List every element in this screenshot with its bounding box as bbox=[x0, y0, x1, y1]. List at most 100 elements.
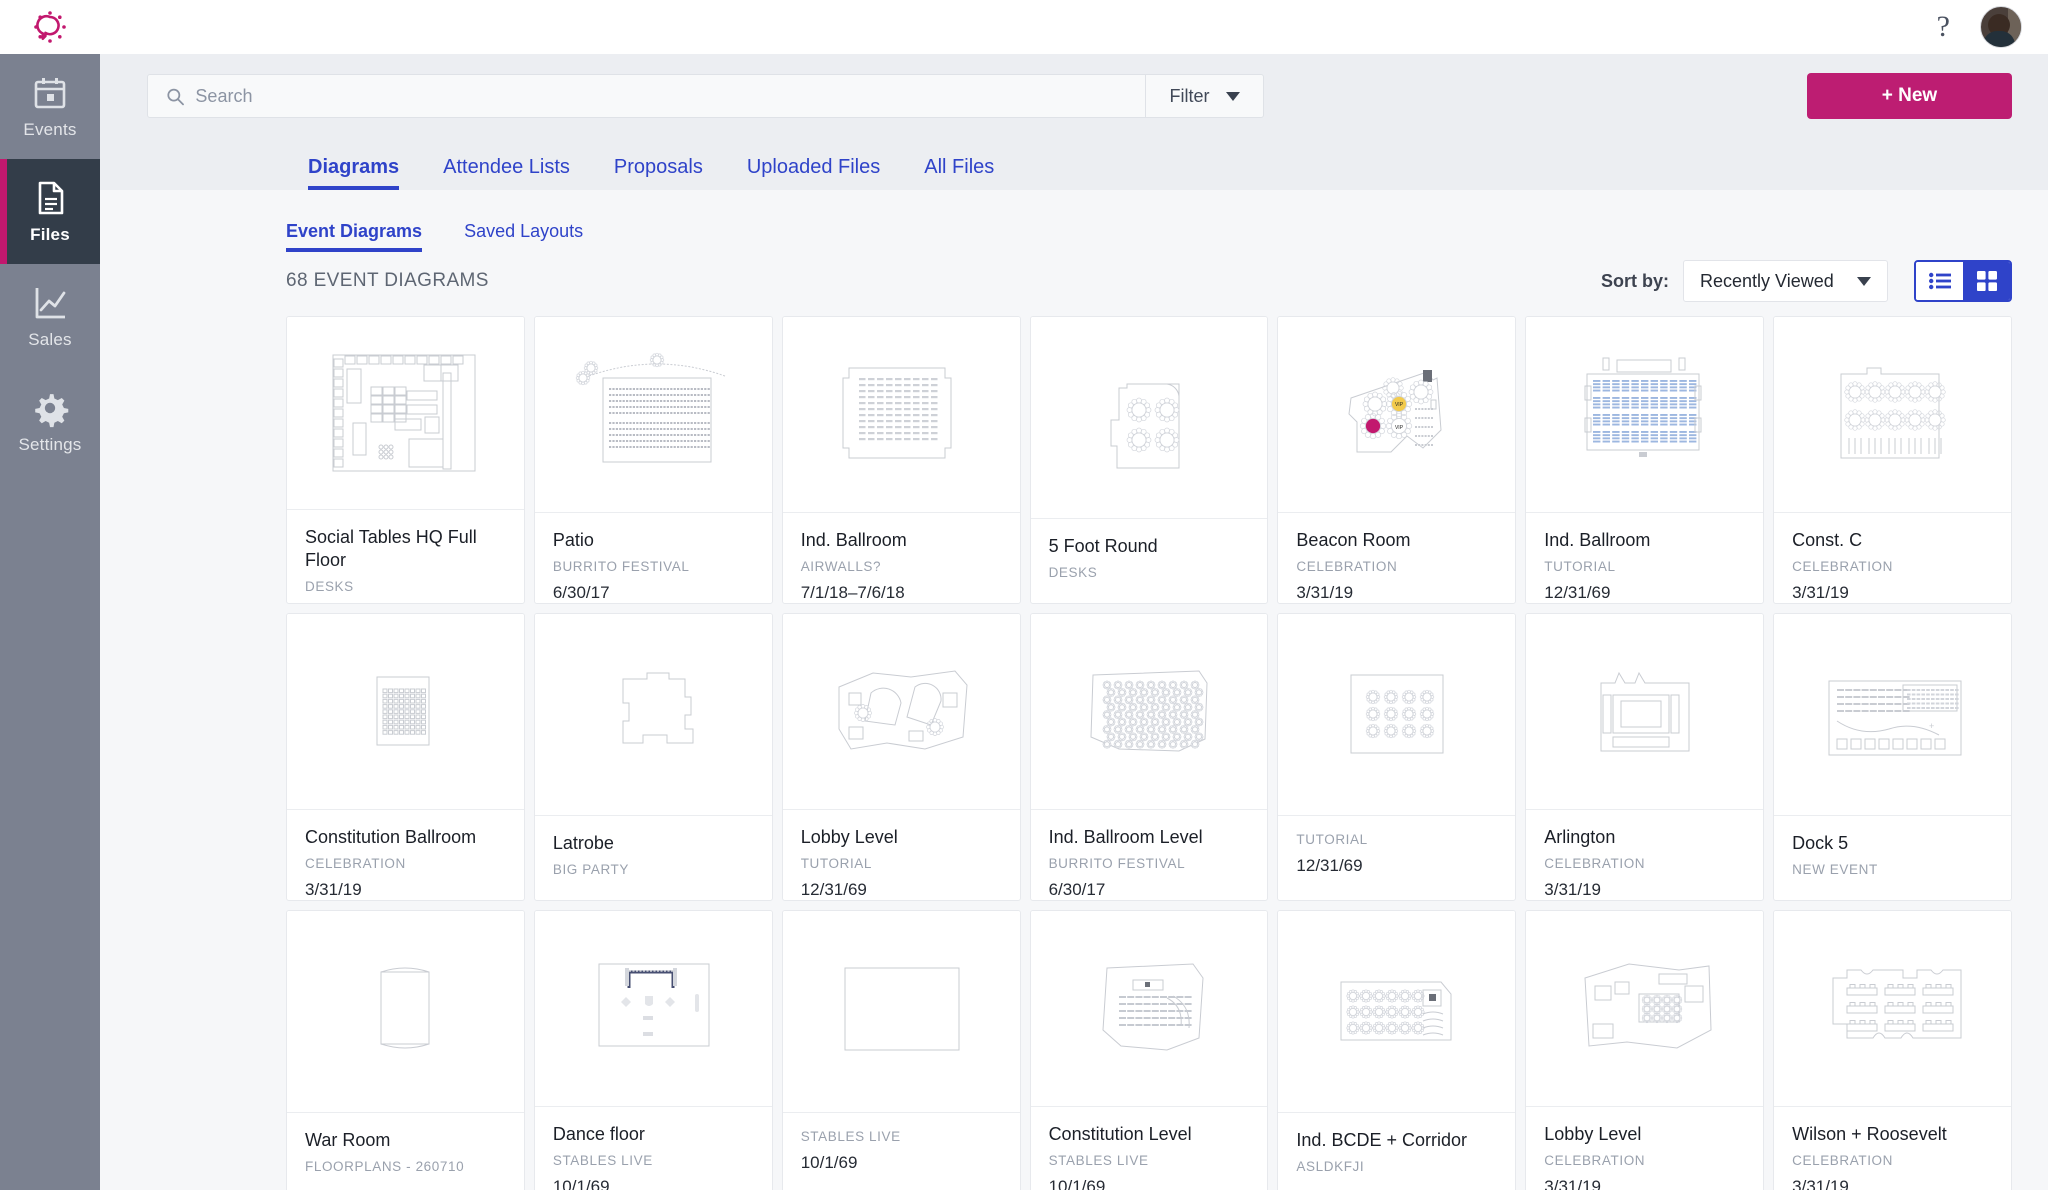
new-button[interactable]: + New bbox=[1807, 73, 2012, 119]
diagram-card-meta: Ind. Ballroom LevelBURRITO FESTIVAL6/30/… bbox=[1031, 810, 1268, 900]
sidebar-item-events[interactable]: Events bbox=[0, 54, 100, 159]
diagram-card[interactable]: VIPVIP Beacon RoomCELEBRATION3/31/19 bbox=[1277, 316, 1516, 604]
diagram-card[interactable]: Dance floorSTABLES LIVE10/1/69 bbox=[534, 910, 773, 1190]
diagram-thumbnail bbox=[783, 317, 1020, 513]
diagram-card[interactable]: Constitution BallroomCELEBRATION3/31/19 bbox=[286, 613, 525, 901]
diagram-card-event: TUTORIAL bbox=[1296, 832, 1497, 847]
tab-all-files[interactable]: All Files bbox=[902, 156, 1016, 190]
diagram-card[interactable]: Wilson + RooseveltCELEBRATION3/31/19 bbox=[1773, 910, 2012, 1190]
search-input-box[interactable] bbox=[148, 75, 1145, 117]
diagram-card-event: AIRWALLS? bbox=[801, 559, 1002, 574]
diagram-card-meta: Beacon RoomCELEBRATION3/31/19 bbox=[1278, 513, 1515, 603]
diagram-card-date: 10/1/69 bbox=[553, 1177, 754, 1190]
filter-label: Filter bbox=[1170, 86, 1210, 107]
diagram-thumbnail bbox=[1031, 911, 1268, 1107]
diagram-card-date: 3/31/19 bbox=[1296, 583, 1497, 603]
diagram-card-title: Constitution Level bbox=[1049, 1123, 1250, 1146]
sort-select[interactable]: Recently Viewed bbox=[1683, 260, 1888, 302]
diagram-card[interactable]: TUTORIAL12/31/69 bbox=[1277, 613, 1516, 901]
const-c-rounds-icon bbox=[1807, 344, 1979, 484]
diagram-card-event: TUTORIAL bbox=[801, 856, 1002, 871]
diagram-card-title: Constitution Ballroom bbox=[305, 826, 506, 849]
diagram-card-date: 3/31/19 bbox=[1544, 1177, 1745, 1190]
diagram-card[interactable]: Lobby LevelCELEBRATION3/31/19 bbox=[1525, 910, 1764, 1190]
sidebar-item-label: Settings bbox=[18, 435, 81, 455]
diagram-thumbnail bbox=[783, 911, 1020, 1113]
tab-saved-layouts[interactable]: Saved Layouts bbox=[464, 221, 595, 252]
tab-proposals[interactable]: Proposals bbox=[592, 156, 725, 190]
avatar[interactable] bbox=[1980, 6, 2022, 48]
grid-view-icon bbox=[1977, 271, 1997, 291]
diagram-card[interactable]: Social Tables HQ Full FloorDESKS bbox=[286, 316, 525, 604]
beacon-angled-icon: VIPVIP bbox=[1311, 344, 1483, 484]
diagram-card[interactable]: +Dock 5NEW EVENT bbox=[1773, 613, 2012, 901]
diagram-card-date: 6/30/17 bbox=[553, 583, 754, 603]
list-view-button[interactable] bbox=[1916, 262, 1963, 300]
diagram-card[interactable]: Const. CCELEBRATION3/31/19 bbox=[1773, 316, 2012, 604]
diagram-card-meta: Ind. BallroomTUTORIAL12/31/69 bbox=[1526, 513, 1763, 603]
diagram-card-date: 10/1/69 bbox=[801, 1153, 1002, 1173]
diagram-grid: Social Tables HQ Full FloorDESKSPatioBUR… bbox=[286, 316, 2012, 1190]
diagram-card-meta: Lobby LevelTUTORIAL12/31/69 bbox=[783, 810, 1020, 900]
twelve-rounds-icon bbox=[1311, 645, 1483, 785]
tab-uploaded-files[interactable]: Uploaded Files bbox=[725, 156, 902, 190]
diagram-card-date: 3/31/19 bbox=[1544, 880, 1745, 900]
sidebar-item-settings[interactable]: Settings bbox=[0, 369, 100, 474]
war-room-icon bbox=[319, 942, 491, 1082]
diagram-card-title: Social Tables HQ Full Floor bbox=[305, 526, 506, 572]
diagram-card-event: CELEBRATION bbox=[1544, 856, 1745, 871]
content-area: Diagrams Attendee Lists Proposals Upload… bbox=[100, 138, 2048, 1190]
app-logo[interactable] bbox=[0, 0, 100, 54]
diagram-thumbnail bbox=[783, 614, 1020, 810]
help-icon[interactable]: ? bbox=[1937, 12, 1950, 42]
search-input[interactable] bbox=[195, 86, 1145, 107]
diagram-card-event: CELEBRATION bbox=[1792, 1153, 1993, 1168]
list-toolbar: 68 EVENT DIAGRAMS Sort by: Recently View… bbox=[100, 252, 2048, 310]
diagram-card-event: BURRITO FESTIVAL bbox=[1049, 856, 1250, 871]
diagram-card[interactable]: War RoomFLOORPLANS - 260710 bbox=[286, 910, 525, 1190]
floorplan-office-icon bbox=[319, 343, 491, 483]
diagram-grid-scroll[interactable]: Social Tables HQ Full FloorDESKSPatioBUR… bbox=[100, 310, 2048, 1190]
diagram-card[interactable]: LatrobeBIG PARTY bbox=[534, 613, 773, 901]
diagram-card-date: 3/31/19 bbox=[305, 880, 506, 900]
diagram-card[interactable]: ArlingtonCELEBRATION3/31/19 bbox=[1525, 613, 1764, 901]
diagram-card[interactable]: 5 Foot RoundDESKS bbox=[1030, 316, 1269, 604]
diagram-card-event: STABLES LIVE bbox=[801, 1129, 1002, 1144]
diagram-card[interactable]: Ind. BallroomTUTORIAL12/31/69 bbox=[1525, 316, 1764, 604]
diagram-thumbnail: + bbox=[1774, 614, 2011, 816]
filter-button[interactable]: Filter bbox=[1145, 75, 1263, 117]
diagram-card-title: Ind. Ballroom Level bbox=[1049, 826, 1250, 849]
diagram-thumbnail bbox=[1774, 911, 2011, 1107]
dock-5-icon: + bbox=[1807, 645, 1979, 785]
tab-attendee-lists[interactable]: Attendee Lists bbox=[421, 156, 592, 190]
diagram-card[interactable]: STABLES LIVE 10/1/69 bbox=[782, 910, 1021, 1190]
chevron-down-icon bbox=[1226, 92, 1240, 101]
tab-event-diagrams[interactable]: Event Diagrams bbox=[286, 221, 434, 252]
diagram-thumbnail: VIPVIP bbox=[1278, 317, 1515, 513]
diagram-card[interactable]: Ind. BCDE + CorridorASLDKFJI bbox=[1277, 910, 1516, 1190]
search-toolbar: Filter + New bbox=[100, 54, 2048, 138]
diagram-card-event: CELEBRATION bbox=[1792, 559, 1993, 574]
diagram-card-title: War Room bbox=[305, 1129, 506, 1152]
diagram-card[interactable]: Ind. BallroomAIRWALLS?7/1/18–7/6/18 bbox=[782, 316, 1021, 604]
diagram-card-meta: Social Tables HQ Full FloorDESKS bbox=[287, 510, 524, 603]
diagram-card[interactable]: Constitution LevelSTABLES LIVE10/1/69 bbox=[1030, 910, 1269, 1190]
diagram-card-date: 12/31/69 bbox=[801, 880, 1002, 900]
diagram-card-meta: Ind. BCDE + CorridorASLDKFJI bbox=[1278, 1113, 1515, 1183]
diagram-card-meta: Ind. BallroomAIRWALLS?7/1/18–7/6/18 bbox=[783, 513, 1020, 603]
sidebar-item-files[interactable]: Files bbox=[0, 159, 100, 264]
diagram-card[interactable]: Ind. Ballroom LevelBURRITO FESTIVAL6/30/… bbox=[1030, 613, 1269, 901]
diagram-card[interactable]: PatioBURRITO FESTIVAL6/30/17 bbox=[534, 316, 773, 604]
diagram-card-meta: Wilson + RooseveltCELEBRATION3/31/19 bbox=[1774, 1107, 2011, 1190]
tab-diagrams[interactable]: Diagrams bbox=[286, 156, 421, 190]
grid-view-button[interactable] bbox=[1963, 262, 2010, 300]
empty-room-icon bbox=[815, 942, 987, 1082]
diagram-thumbnail bbox=[1031, 614, 1268, 810]
diagram-thumbnail bbox=[287, 614, 524, 810]
ballroom-blue-seats-icon bbox=[1559, 344, 1731, 484]
sidebar-item-sales[interactable]: Sales bbox=[0, 264, 100, 369]
diagram-thumbnail bbox=[1526, 317, 1763, 513]
diagram-card-title: 5 Foot Round bbox=[1049, 535, 1250, 558]
diagram-card[interactable]: Lobby LevelTUTORIAL12/31/69 bbox=[782, 613, 1021, 901]
diagram-card-title: Wilson + Roosevelt bbox=[1792, 1123, 1993, 1146]
